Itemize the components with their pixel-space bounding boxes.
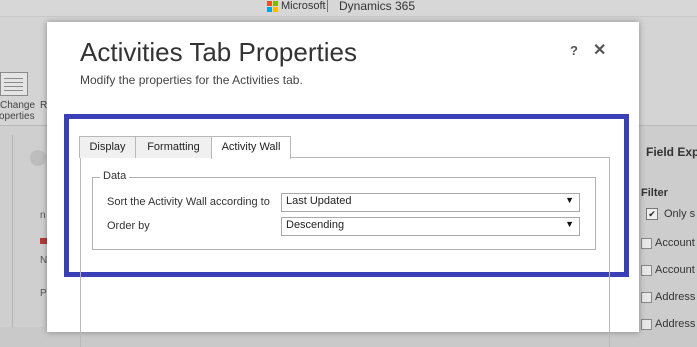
help-icon[interactable]: ?	[570, 43, 578, 58]
change-properties-icon[interactable]	[0, 72, 28, 96]
brand-app-name: Dynamics 365	[339, 0, 416, 13]
top-bar: Microsoft Dynamics 365	[0, 0, 697, 16]
only-show-label: Only s	[664, 208, 696, 220]
order-by-value: Descending	[286, 219, 345, 231]
data-fieldset	[92, 177, 596, 250]
field-item[interactable]: Address	[655, 291, 695, 303]
dropdown-arrow-icon: ▼	[565, 219, 574, 229]
order-by-label: Order by	[107, 220, 150, 232]
order-by-select[interactable]: Descending ▼	[281, 217, 580, 236]
field-explorer-title: Field Exp	[646, 145, 697, 159]
change-properties-label[interactable]: Change	[0, 100, 35, 111]
change-properties-label-2[interactable]: operties	[0, 111, 35, 122]
filter-label: Filter	[641, 187, 668, 199]
left-pane-circle-icon	[30, 150, 46, 166]
left-pane-text: P	[40, 288, 47, 299]
field-checkbox[interactable]	[641, 292, 652, 303]
data-fieldset-legend: Data	[100, 170, 130, 182]
dialog-subtitle: Modify the properties for the Activities…	[80, 73, 303, 87]
brand-microsoft: Microsoft	[281, 0, 326, 12]
field-checkbox[interactable]	[641, 238, 652, 249]
dialog-title: Activities Tab Properties	[80, 37, 357, 67]
properties-dialog: Activities Tab Properties Modify the pro…	[47, 22, 639, 347]
left-pane-divider	[12, 135, 13, 327]
dropdown-arrow-icon: ▼	[565, 195, 574, 205]
left-pane-text: n	[40, 210, 46, 221]
sort-activity-wall-select[interactable]: Last Updated ▼	[281, 193, 580, 212]
field-item[interactable]: Account	[655, 264, 695, 276]
sort-activity-wall-label: Sort the Activity Wall according to	[107, 196, 270, 208]
close-icon[interactable]: ✕	[593, 40, 606, 60]
only-show-checkbox[interactable]: ✔	[646, 208, 658, 220]
lock-icon	[40, 238, 47, 244]
brand-separator	[327, 0, 328, 12]
microsoft-logo-icon	[267, 1, 278, 12]
field-checkbox[interactable]	[641, 265, 652, 276]
field-item[interactable]: Address	[655, 318, 695, 330]
sort-activity-wall-value: Last Updated	[286, 195, 352, 207]
tab-formatting[interactable]: Formatting	[135, 136, 212, 158]
field-checkbox[interactable]	[641, 319, 652, 330]
tab-display[interactable]: Display	[79, 136, 136, 158]
field-item[interactable]: Account	[655, 237, 695, 249]
tab-activity-wall[interactable]: Activity Wall	[211, 136, 291, 159]
